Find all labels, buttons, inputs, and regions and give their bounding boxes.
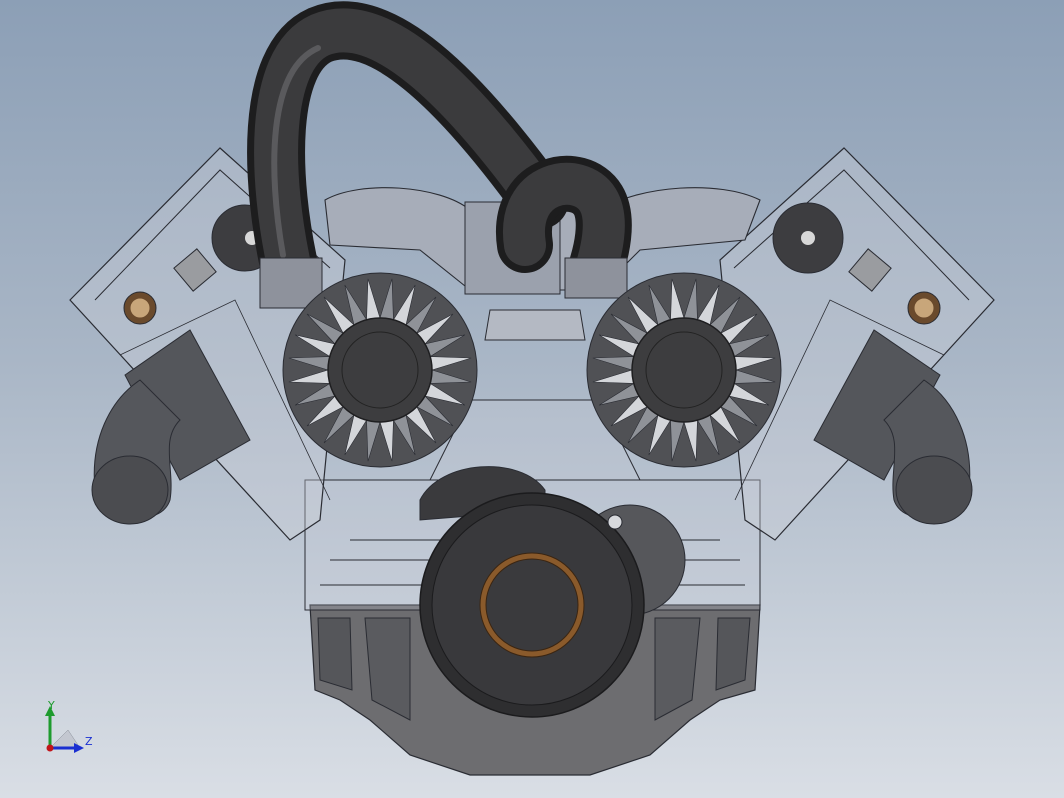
z-axis-label: Z <box>85 735 93 748</box>
graphics-viewport[interactable]: Y Z <box>0 0 1064 798</box>
y-axis-label: Y <box>47 700 55 712</box>
engine-model[interactable] <box>0 0 1064 798</box>
origin-dot <box>46 744 54 752</box>
view-orientation-triad[interactable]: Y Z <box>40 699 100 760</box>
right-hose-clamp <box>564 257 628 299</box>
right-blower-hub <box>631 317 737 423</box>
left-blower-wheel <box>282 272 478 468</box>
right-blower-wheel <box>586 272 782 468</box>
left-blower-hub <box>327 317 433 423</box>
